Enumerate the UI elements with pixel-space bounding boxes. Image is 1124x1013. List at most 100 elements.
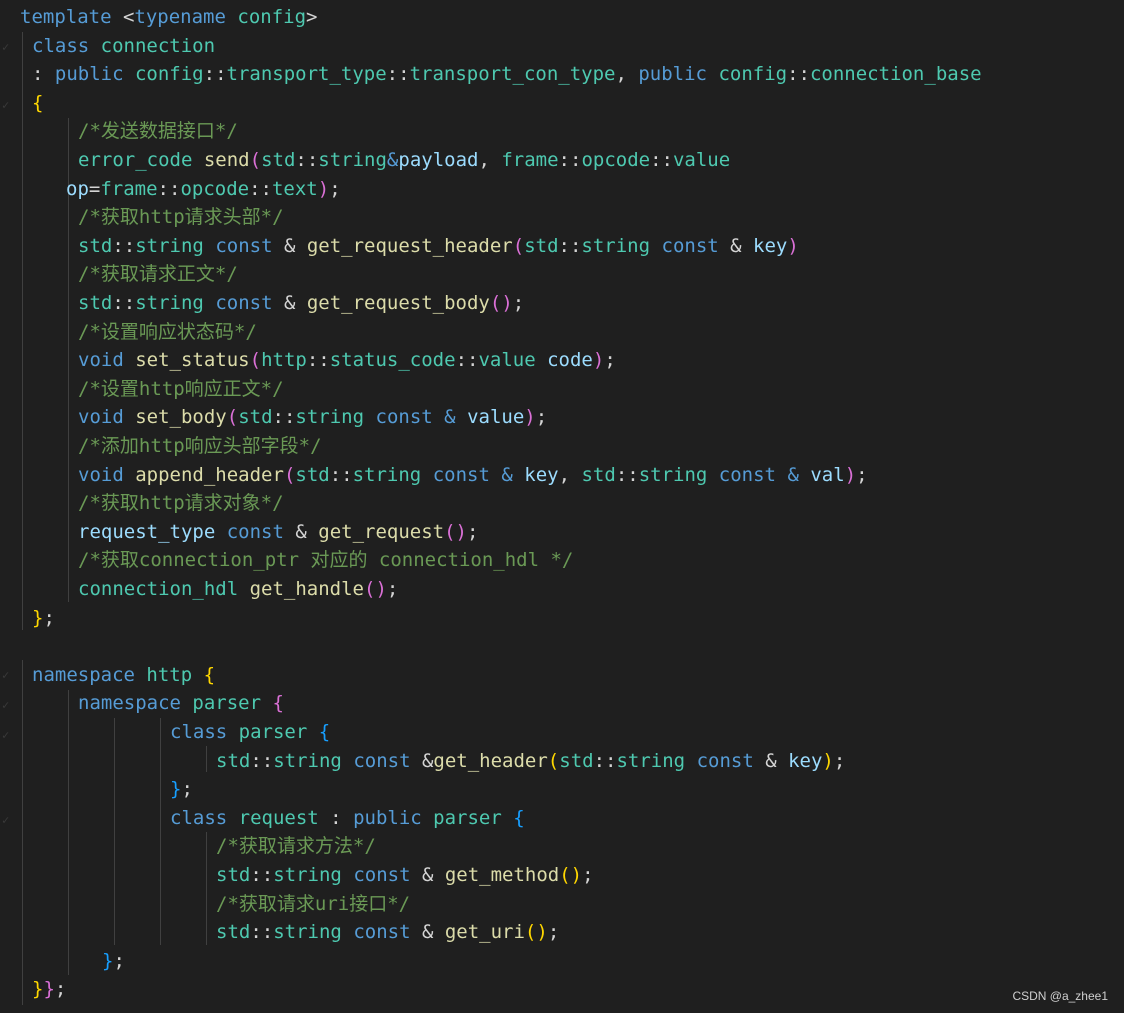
code-token: opcode: [581, 149, 651, 171]
code-token: /*获取请求正文*/: [78, 263, 238, 286]
code-token: parser: [433, 806, 502, 829]
code-line: std::string const & get_request_header(s…: [78, 232, 799, 260]
fold-marker-icon[interactable]: ✓: [2, 729, 10, 741]
fold-marker-icon[interactable]: ✓: [2, 669, 10, 681]
code-token: ): [787, 234, 799, 257]
code-token: void: [78, 463, 124, 486]
code-token: frame: [501, 149, 559, 171]
code-token: ::: [593, 749, 617, 772]
code-token: string: [638, 463, 708, 486]
code-token: /*设置http响应正文*/: [78, 377, 284, 400]
code-token: connection: [100, 34, 216, 57]
fold-marker-icon[interactable]: ✓: [2, 41, 10, 53]
code-token: &: [386, 149, 399, 171]
code-token: op: [66, 177, 89, 200]
code-token: ;: [113, 949, 125, 972]
code-token: ): [822, 749, 834, 772]
code-token: get_header: [433, 749, 548, 772]
code-token: ;: [833, 749, 846, 772]
code-line: /*添加http响应头部字段*/: [78, 432, 322, 460]
code-token: get_method: [444, 864, 560, 886]
code-line: void set_body(std::string const & value)…: [78, 403, 547, 431]
code-token: std: [216, 749, 251, 772]
code-token: >: [306, 6, 318, 28]
code-token: ::: [112, 234, 136, 257]
code-token: &: [410, 864, 445, 886]
code-token: const: [353, 921, 411, 944]
code-token: connection_hdl: [78, 578, 239, 600]
code-line: /*设置响应状态码*/: [78, 318, 257, 346]
code-token: std: [295, 463, 330, 486]
code-token: ): [592, 349, 605, 372]
code-token: &: [718, 234, 754, 257]
code-token: value: [478, 349, 536, 372]
code-token: }: [32, 606, 44, 629]
code-token: get_uri: [444, 921, 525, 944]
code-token: transport_type: [226, 63, 387, 86]
code-line: op=frame::opcode::text);: [66, 175, 341, 203]
code-token: frame: [100, 177, 158, 200]
code-token: &: [410, 921, 445, 944]
code-token: (): [444, 520, 467, 543]
code-token: (: [226, 406, 239, 429]
code-token: string: [135, 292, 204, 314]
indent-guide: [114, 718, 115, 945]
code-token: class: [32, 34, 90, 57]
code-token: string: [318, 149, 387, 171]
fold-marker-icon[interactable]: ✓: [2, 814, 10, 826]
code-token: &: [444, 406, 456, 429]
code-token: &: [283, 520, 319, 543]
code-token: ;: [535, 406, 548, 429]
code-line: class parser {: [170, 718, 330, 746]
code-token: &: [272, 234, 307, 257]
code-token: /*获取http请求头部*/: [78, 206, 284, 229]
code-token: value: [467, 406, 525, 429]
code-token: parser: [238, 721, 308, 743]
code-token: text: [271, 177, 318, 200]
code-line: };: [102, 947, 125, 975]
code-line: void append_header(std::string const & k…: [78, 461, 868, 489]
code-token: ,: [558, 463, 582, 486]
code-editor[interactable]: ✓ ✓ ✓ ✓ ✓ ✓ template <typename config> class c…: [0, 0, 1124, 1013]
code-token: ::: [558, 234, 582, 257]
code-token: ;: [181, 778, 193, 801]
code-token: ::: [306, 349, 330, 372]
code-token: get_request: [318, 520, 445, 543]
code-token: status_code: [329, 349, 456, 372]
code-token: string: [616, 749, 686, 772]
code-token: ;: [386, 578, 399, 600]
code-line: };: [170, 775, 193, 803]
code-token: string: [273, 749, 342, 772]
code-token: }: [32, 978, 44, 1001]
code-line: namespace http {: [32, 661, 215, 689]
code-line: /*设置http响应正文*/: [78, 375, 284, 403]
code-token: :: [32, 63, 55, 86]
code-token: /*获取http请求对象*/: [78, 492, 284, 515]
code-token: {: [203, 663, 216, 686]
code-token: std: [216, 921, 251, 944]
code-line: namespace parser {: [78, 689, 284, 717]
code-token: std: [559, 749, 594, 772]
code-token: {: [318, 721, 331, 743]
code-token: ): [844, 463, 857, 486]
code-token: ::: [329, 463, 353, 486]
code-token: :: [318, 806, 354, 829]
code-token: set_body: [135, 406, 227, 429]
fold-marker-icon[interactable]: ✓: [2, 99, 10, 111]
fold-marker-icon[interactable]: ✓: [2, 699, 10, 711]
code-line: request_type const & get_request();: [78, 518, 478, 546]
code-token: std: [238, 406, 273, 429]
